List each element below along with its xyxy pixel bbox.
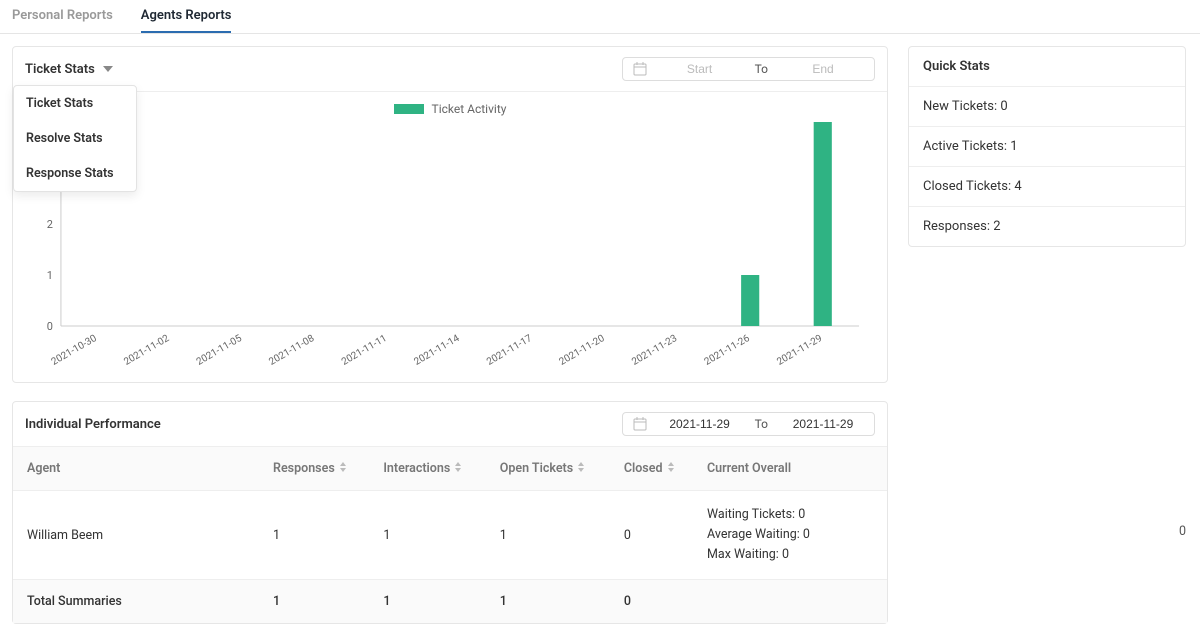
svg-text:1: 1 (47, 269, 53, 282)
performance-table: Agent Responses Interactions Open Ticket… (13, 446, 887, 623)
col-closed[interactable]: Closed (614, 447, 697, 491)
stat-closed-tickets: Closed Tickets: 4 (909, 167, 1185, 207)
ticket-activity-chart: Ticket Activity 0 1 2 2021-10-30 2021-11-02 2… (13, 92, 887, 382)
stat-responses: Responses: 2 (909, 207, 1185, 246)
totals-responses: 1 (263, 580, 373, 624)
svg-text:2021-11-05: 2021-11-05 (195, 333, 244, 368)
svg-text:2021-10-30: 2021-10-30 (50, 333, 99, 368)
cell-interactions: 1 (373, 491, 489, 580)
quick-stats-card: Quick Stats New Tickets: 0 Active Ticket… (908, 46, 1186, 247)
svg-text:2021-11-23: 2021-11-23 (630, 333, 679, 368)
individual-performance-title: Individual Performance (25, 417, 161, 432)
table-row[interactable]: William Beem 1 1 1 0 Waiting Tickets: 0 … (13, 491, 887, 580)
svg-text:2021-11-29: 2021-11-29 (775, 333, 824, 368)
cell-overall: Waiting Tickets: 0 Average Waiting: 0 Ma… (697, 491, 887, 580)
chart-date-end-input[interactable] (776, 62, 870, 76)
svg-text:2021-11-26: 2021-11-26 (703, 333, 752, 368)
sort-icon (667, 461, 675, 476)
col-agent[interactable]: Agent (13, 447, 263, 491)
svg-text:2021-11-17: 2021-11-17 (485, 333, 534, 368)
sort-icon (339, 461, 347, 476)
chart-date-range[interactable]: To (622, 57, 875, 81)
svg-text:2021-11-02: 2021-11-02 (122, 333, 171, 368)
svg-text:2021-11-14: 2021-11-14 (412, 333, 461, 368)
cell-closed: 0 (614, 491, 697, 580)
dropdown-option-response-stats[interactable]: Response Stats (14, 156, 136, 191)
stat-new-tickets: New Tickets: 0 (909, 87, 1185, 127)
svg-text:2021-11-11: 2021-11-11 (340, 333, 389, 368)
svg-text:2021-11-20: 2021-11-20 (558, 333, 607, 368)
ticket-stats-card: Ticket Stats Ticket Stats Resolve Stats … (12, 46, 888, 383)
individual-performance-card: Individual Performance To Agent Response… (12, 401, 888, 624)
legend-label: Ticket Activity (432, 102, 507, 116)
col-interactions[interactable]: Interactions (373, 447, 489, 491)
stats-dropdown-toggle[interactable]: Ticket Stats Ticket Stats Resolve Stats … (25, 62, 113, 77)
stats-dropdown-label: Ticket Stats (25, 62, 95, 77)
col-overall: Current Overall (697, 447, 887, 491)
svg-text:0: 0 (47, 320, 53, 333)
calendar-icon (633, 417, 647, 431)
calendar-icon (633, 62, 647, 76)
cell-agent: William Beem (13, 491, 263, 580)
chart-date-start-input[interactable] (653, 62, 747, 76)
legend-swatch (394, 104, 424, 114)
svg-text:2: 2 (47, 218, 53, 231)
perf-date-to-label: To (747, 417, 776, 431)
dropdown-option-resolve-stats[interactable]: Resolve Stats (14, 121, 136, 156)
totals-open: 1 (490, 580, 614, 624)
stats-dropdown-menu: Ticket Stats Resolve Stats Response Stat… (13, 85, 137, 192)
scroll-counter: 0 (1179, 524, 1186, 539)
perf-date-end-input[interactable] (776, 417, 870, 431)
report-tabs: Personal Reports Agents Reports (0, 0, 1200, 34)
stat-active-tickets: Active Tickets: 1 (909, 127, 1185, 167)
totals-label: Total Summaries (13, 580, 263, 624)
col-responses[interactable]: Responses (263, 447, 373, 491)
tab-personal-reports[interactable]: Personal Reports (12, 0, 113, 33)
chevron-down-icon (103, 64, 113, 74)
sort-icon (577, 461, 585, 476)
cell-responses: 1 (263, 491, 373, 580)
col-open[interactable]: Open Tickets (490, 447, 614, 491)
sort-icon (454, 461, 462, 476)
dropdown-option-ticket-stats[interactable]: Ticket Stats (14, 86, 136, 121)
chart-date-to-label: To (747, 62, 776, 76)
totals-interactions: 1 (373, 580, 489, 624)
totals-closed: 0 (614, 580, 697, 624)
quick-stats-title: Quick Stats (909, 47, 1185, 87)
perf-date-start-input[interactable] (653, 417, 747, 431)
cell-open: 1 (490, 491, 614, 580)
svg-text:2021-11-08: 2021-11-08 (267, 333, 316, 368)
perf-date-range[interactable]: To (622, 412, 875, 436)
tab-agents-reports[interactable]: Agents Reports (141, 0, 232, 33)
table-totals-row: Total Summaries 1 1 1 0 (13, 580, 887, 624)
